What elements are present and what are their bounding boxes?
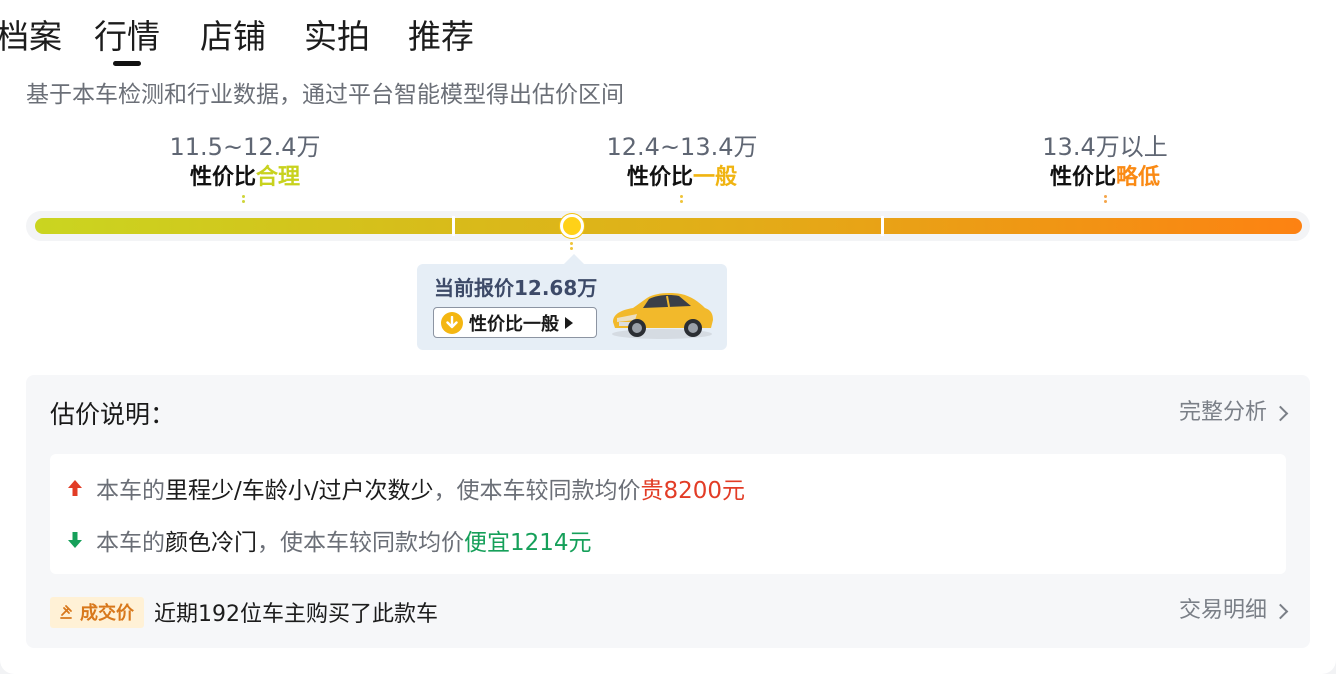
price-range-average: 12.4~13.4万 性价比一般 <box>532 130 832 192</box>
range-label: 性价比一般 <box>532 164 832 192</box>
range-connector-dots <box>242 195 246 205</box>
current-price-marker <box>560 214 584 238</box>
range-label: 性价比合理 <box>95 164 395 192</box>
tab-photos[interactable]: 实拍 <box>304 14 370 60</box>
transaction-details-link[interactable]: 交易明细 <box>1178 595 1289 627</box>
factor-item: 本车的 颜色冷门 ，使本车较同款均价 便宜1214元 <box>64 522 592 558</box>
tab-stores[interactable]: 店铺 <box>200 14 266 60</box>
range-label-level: 一般 <box>693 165 738 190</box>
price-gradient-bar <box>35 218 1302 234</box>
factor-middle: ，使本车较同款均价 <box>433 478 641 504</box>
factor-prefix: 本车的 <box>96 530 165 556</box>
factor-effect: 贵8200元 <box>640 478 746 504</box>
verdict-label: 性价比一般 <box>469 313 559 335</box>
verdict-button[interactable]: 性价比一般 <box>433 307 597 338</box>
marker-connector-dots <box>570 242 574 252</box>
current-price-text: 当前报价12.68万 <box>434 276 598 300</box>
recent-deals-text: 近期192位车主购买了此款车 <box>154 602 438 627</box>
car-image-icon <box>612 293 713 339</box>
range-label-prefix: 性价比 <box>1049 165 1116 190</box>
range-label-prefix: 性价比 <box>189 165 256 190</box>
arrow-down-circle-icon <box>441 311 463 334</box>
tab-market[interactable]: 行情 <box>94 14 160 66</box>
triangle-right-icon <box>565 316 573 329</box>
range-label-level: 合理 <box>256 165 301 190</box>
current-price-card: 当前报价12.68万 性价比一般 <box>417 254 727 350</box>
arrow-down-icon <box>68 532 82 548</box>
tab-archive[interactable]: 档案 <box>0 14 62 60</box>
range-label: 性价比略低 <box>955 164 1255 192</box>
range-price: 13.4万以上 <box>1042 133 1168 161</box>
bar-divider <box>452 216 455 236</box>
factor-middle: ，使本车较同款均价 <box>257 530 464 556</box>
market-price-page: 档案 行情 店铺 实拍 推荐 基于本车检测和行业数据，通过平台智能模型得出估价区… <box>0 0 1336 674</box>
range-label-level: 略低 <box>1116 165 1161 190</box>
range-label-prefix: 性价比 <box>626 165 693 190</box>
tab-recommend[interactable]: 推荐 <box>408 14 474 60</box>
recent-deals-row: 成交价 近期192位车主购买了此款车 <box>50 596 438 628</box>
price-range-low: 13.4万以上 性价比略低 <box>955 130 1255 192</box>
full-analysis-label: 完整分析 <box>1178 400 1267 425</box>
factor-reason: 颜色冷门 <box>165 530 257 556</box>
bar-divider <box>881 216 884 236</box>
full-analysis-link[interactable]: 完整分析 <box>1178 397 1289 429</box>
deal-price-badge: 成交价 <box>50 596 144 628</box>
chevron-right-icon <box>1272 405 1289 421</box>
valuation-subtitle: 基于本车检测和行业数据，通过平台智能模型得出估价区间 <box>26 82 624 108</box>
factor-item: 本车的 里程少/车龄小/过户次数少 ，使本车较同款均价 贵8200元 <box>64 470 745 506</box>
price-range-reasonable: 11.5~12.4万 性价比合理 <box>95 130 395 192</box>
arrow-up-icon <box>68 480 82 496</box>
factor-prefix: 本车的 <box>96 478 165 504</box>
explanation-title: 估价说明： <box>50 400 176 429</box>
valuation-explanation-panel: 估价说明： 完整分析 本车的 里程少/车龄小/过户次数少 ，使本车较同款均价 贵820… <box>26 375 1310 648</box>
transaction-details-label: 交易明细 <box>1178 598 1267 623</box>
chevron-right-icon <box>1272 603 1289 619</box>
range-price: 12.4~13.4万 <box>606 133 758 161</box>
factor-reason: 里程少/车龄小/过户次数少 <box>165 478 434 504</box>
range-connector-dots <box>680 195 684 205</box>
hammer-icon <box>60 605 72 619</box>
factor-effect: 便宜1214元 <box>464 530 592 556</box>
factor-list: 本车的 里程少/车龄小/过户次数少 ，使本车较同款均价 贵8200元 本车的 颜色冷门，… <box>50 454 1286 574</box>
range-connector-dots <box>1104 195 1108 205</box>
range-price: 11.5~12.4万 <box>169 133 321 161</box>
deal-badge-label: 成交价 <box>80 603 134 624</box>
